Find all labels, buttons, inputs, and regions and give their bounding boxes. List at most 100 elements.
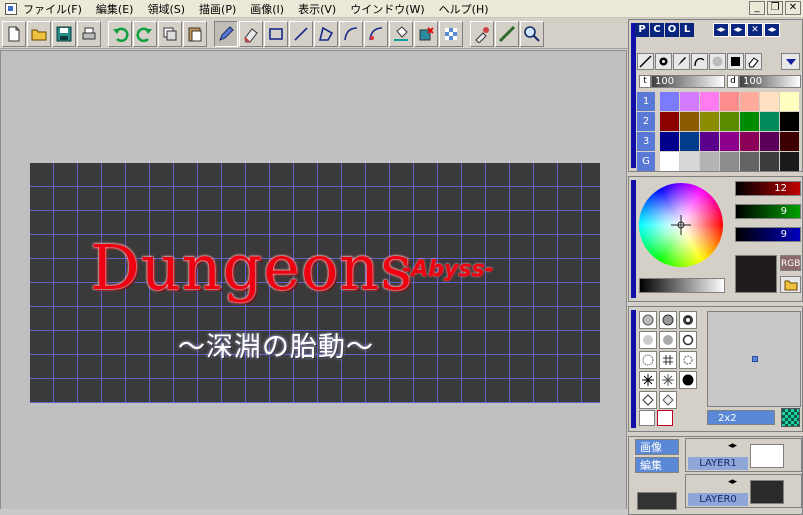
green-value-bar[interactable]: 9: [735, 204, 801, 219]
palette-swatch[interactable]: [740, 92, 759, 111]
layer-move-arrows-icon[interactable]: ◂▸: [728, 477, 737, 487]
brush-dots-icon[interactable]: [639, 351, 657, 369]
brush-circle-dark-icon[interactable]: [679, 311, 697, 329]
pattern-icon[interactable]: [439, 20, 463, 47]
close-button[interactable]: ✕: [785, 1, 801, 15]
tab-p[interactable]: P: [635, 23, 649, 37]
print-icon[interactable]: [77, 20, 101, 47]
minimize-button[interactable]: _: [749, 1, 765, 15]
palette-swatch[interactable]: [680, 112, 699, 131]
thickness-value[interactable]: 100: [651, 75, 725, 88]
palette-swatch[interactable]: [660, 132, 679, 151]
menu-image[interactable]: 画像(I): [250, 1, 292, 17]
close-panel-button[interactable]: ✕: [747, 23, 763, 37]
palette-swatch[interactable]: [660, 92, 679, 111]
brush-circle-small-icon[interactable]: [639, 311, 657, 329]
brush-diamond-icon[interactable]: [639, 391, 657, 409]
brush-ring-icon[interactable]: [679, 331, 697, 349]
palette-swatch[interactable]: [660, 112, 679, 131]
red-value-bar[interactable]: 12: [735, 181, 801, 196]
curve-tool-icon[interactable]: [339, 20, 363, 47]
tab-o[interactable]: O: [665, 23, 679, 37]
palette-swatch[interactable]: [660, 152, 679, 171]
pen-curve-icon[interactable]: [691, 53, 708, 70]
palette-swatch[interactable]: [720, 132, 739, 151]
image-menu-button[interactable]: 画像: [635, 439, 679, 455]
brush-spark-icon[interactable]: [639, 371, 657, 389]
pencil-tool-icon[interactable]: [214, 20, 238, 47]
brush-grid-icon[interactable]: [659, 351, 677, 369]
save-icon[interactable]: [52, 20, 76, 47]
menu-edit[interactable]: 編集(E): [96, 1, 142, 17]
panel-grip[interactable]: [631, 23, 636, 168]
palette-swatch[interactable]: [760, 112, 779, 131]
palette-swatch[interactable]: [700, 112, 719, 131]
redo-icon[interactable]: [133, 20, 157, 47]
brightness-gradient-bar[interactable]: [639, 278, 725, 293]
menu-view[interactable]: 表示(V): [298, 1, 344, 17]
palette-swatch[interactable]: [700, 152, 719, 171]
brush-hard-icon[interactable]: [659, 331, 677, 349]
palette-swatch[interactable]: [700, 92, 719, 111]
app-icon[interactable]: [5, 2, 17, 15]
palette-swatch[interactable]: [780, 132, 799, 151]
color-mode-button[interactable]: RGB: [780, 255, 801, 271]
palette-swatch[interactable]: [740, 132, 759, 151]
pen-eraser-icon[interactable]: [745, 53, 762, 70]
palette-row-2[interactable]: 2: [637, 112, 655, 131]
background-color-box[interactable]: [657, 410, 673, 426]
expand-height-button[interactable]: ◂▸: [730, 23, 746, 37]
palette-swatch[interactable]: [720, 92, 739, 111]
brush-diamond-alt-icon[interactable]: [659, 391, 677, 409]
palette-swatch[interactable]: [680, 92, 699, 111]
zoom-icon[interactable]: [520, 20, 544, 47]
palette-swatch[interactable]: [740, 112, 759, 131]
palette-swatch[interactable]: [760, 132, 779, 151]
swap-button[interactable]: ◂▸: [764, 23, 780, 37]
layer-name[interactable]: LAYER0: [688, 493, 748, 506]
ruler-icon[interactable]: [495, 20, 519, 47]
layer-row[interactable]: ◂▸ LAYER1: [685, 438, 802, 472]
pen-line-icon[interactable]: [637, 53, 654, 70]
polygon-tool-icon[interactable]: [314, 20, 338, 47]
pen-soft-icon[interactable]: [709, 53, 726, 70]
tab-l[interactable]: L: [680, 23, 694, 37]
palette-swatch[interactable]: [780, 152, 799, 171]
pen-brush-icon[interactable]: [673, 53, 690, 70]
layer-row[interactable]: ◂▸ LAYER0: [685, 474, 802, 508]
layer-opacity-bar[interactable]: [637, 492, 677, 510]
eraser-tool-icon[interactable]: [239, 20, 263, 47]
palette-row-3[interactable]: 3: [637, 132, 655, 151]
brush-soft-icon[interactable]: [639, 331, 657, 349]
palette-swatch[interactable]: [720, 152, 739, 171]
panel-grip[interactable]: [631, 310, 636, 428]
menu-help[interactable]: ヘルプ(H): [439, 1, 497, 17]
palette-swatch[interactable]: [780, 92, 799, 111]
new-file-icon[interactable]: [2, 20, 26, 47]
density-slider[interactable]: d 100: [727, 75, 801, 88]
open-folder-icon[interactable]: [27, 20, 51, 47]
brush-size-field[interactable]: 2x2: [707, 410, 775, 425]
line-tool-icon[interactable]: [289, 20, 313, 47]
paste-icon[interactable]: [183, 20, 207, 47]
palette-swatch[interactable]: [720, 112, 739, 131]
foreground-color-box[interactable]: [639, 410, 655, 426]
menu-draw[interactable]: 描画(P): [199, 1, 244, 17]
expand-width-button[interactable]: ◂▸: [713, 23, 729, 37]
restore-button[interactable]: ❐: [767, 1, 783, 15]
folder-icon[interactable]: [780, 276, 801, 293]
layer-name[interactable]: LAYER1: [688, 457, 748, 470]
blue-value-bar[interactable]: 9: [735, 227, 801, 242]
rectangle-tool-icon[interactable]: [264, 20, 288, 47]
menu-window[interactable]: ウインドウ(W): [350, 1, 432, 17]
brush-sparkle-icon[interactable]: [659, 371, 677, 389]
palette-swatch[interactable]: [680, 152, 699, 171]
palette-swatch[interactable]: [760, 92, 779, 111]
palette-row-gray[interactable]: G: [637, 152, 655, 171]
brush-circle-medium-icon[interactable]: [659, 311, 677, 329]
clear-fill-icon[interactable]: [414, 20, 438, 47]
brush-pattern-swatch[interactable]: [781, 408, 800, 427]
brush-star-soft-icon[interactable]: [679, 351, 697, 369]
thickness-slider[interactable]: t 100: [639, 75, 725, 88]
drawing-canvas[interactable]: Dungeons -Abyss- 〜深淵の胎動〜: [30, 163, 600, 403]
